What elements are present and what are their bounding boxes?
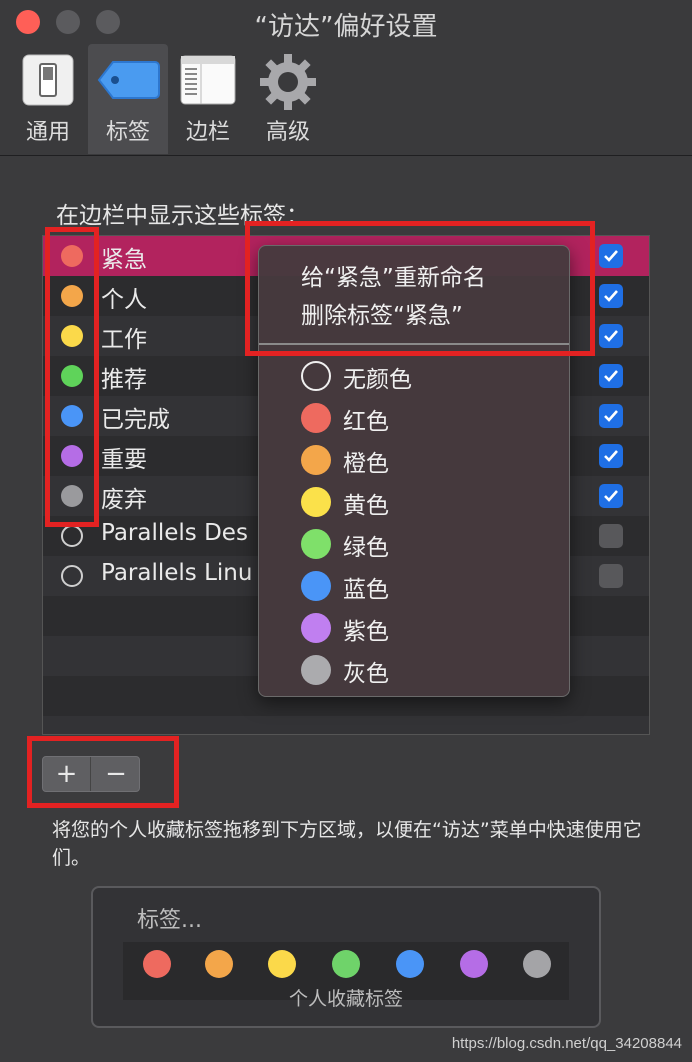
favorite-tags-area[interactable]: 标签... 个人收藏标签 [91, 886, 601, 1028]
tag-name: 个人 [101, 287, 147, 313]
show-in-sidebar-checkbox[interactable] [599, 404, 623, 428]
color-menu-item-none[interactable]: 无颜色 [301, 358, 551, 394]
tab-label: 边栏 [185, 120, 230, 145]
tags-menu-label: 标签... [137, 908, 202, 933]
red-circle-icon [301, 403, 331, 433]
tag-icon [95, 52, 161, 112]
tab-advanced[interactable]: 高级 [248, 44, 328, 154]
gear-icon [258, 52, 318, 116]
annotation-box-menu [245, 221, 595, 356]
color-menu-item-purple[interactable]: 紫色 [301, 610, 551, 646]
color-menu-item-red[interactable]: 红色 [301, 400, 551, 436]
show-in-sidebar-checkbox[interactable] [599, 564, 623, 588]
color-label: 绿色 [343, 535, 389, 561]
tag-name: 紧急 [101, 247, 147, 273]
green-circle-icon [301, 529, 331, 559]
color-label: 橙色 [343, 451, 389, 477]
window-toolbar: “访达”偏好设置 通用 标签 边栏 高级 [0, 0, 692, 156]
color-menu-item-yellow[interactable]: 黄色 [301, 484, 551, 520]
favorite-red-tag-icon[interactable] [143, 950, 171, 978]
show-in-sidebar-checkbox[interactable] [599, 524, 623, 548]
tag-color-dot [61, 565, 83, 587]
tag-name: 工作 [101, 327, 147, 353]
annotation-box-colors [45, 227, 99, 527]
color-menu-item-orange[interactable]: 橙色 [301, 442, 551, 478]
show-in-sidebar-checkbox[interactable] [599, 284, 623, 308]
show-in-sidebar-checkbox[interactable] [599, 324, 623, 348]
empty-row [43, 716, 649, 734]
color-label: 无颜色 [343, 367, 412, 393]
favorite-blue-tag-icon[interactable] [396, 950, 424, 978]
favorite-green-tag-icon[interactable] [332, 950, 360, 978]
color-label: 蓝色 [343, 577, 389, 603]
tab-general[interactable]: 通用 [8, 44, 88, 154]
color-label: 紫色 [343, 619, 389, 645]
purple-circle-icon [301, 613, 331, 643]
color-menu-item-blue[interactable]: 蓝色 [301, 568, 551, 604]
tag-name: 废弃 [101, 487, 147, 513]
tag-name: 重要 [101, 447, 147, 473]
tag-name: 已完成 [101, 407, 170, 433]
favorite-purple-tag-icon[interactable] [460, 950, 488, 978]
favorite-yellow-tag-icon[interactable] [268, 950, 296, 978]
tag-name: 推荐 [101, 367, 147, 393]
show-in-sidebar-checkbox[interactable] [599, 484, 623, 508]
yellow-circle-icon [301, 487, 331, 517]
switch-icon [20, 52, 76, 112]
no-color-circle-icon [301, 361, 331, 391]
favorite-gray-tag-icon[interactable] [523, 950, 551, 978]
remove-tag-button[interactable]: − [92, 757, 140, 791]
show-in-sidebar-checkbox[interactable] [599, 244, 623, 268]
blue-circle-icon [301, 571, 331, 601]
tab-label: 通用 [25, 120, 70, 145]
tab-label: 标签 [105, 120, 150, 145]
favorite-tags-caption: 个人收藏标签 [288, 988, 403, 1010]
window-title: “访达”偏好设置 [254, 12, 438, 42]
tab-label: 高级 [265, 120, 310, 145]
orange-circle-icon [301, 445, 331, 475]
help-text: 将您的个人收藏标签拖移到下方区域，以便在“访达”菜单中快速使用它们。 [52, 819, 642, 869]
add-tag-button[interactable]: + [43, 757, 91, 791]
watermark: https://blog.csdn.net/qq_34208844 [451, 1035, 682, 1052]
color-label: 灰色 [343, 661, 389, 687]
tag-name: Parallels Linu [101, 560, 253, 586]
show-in-sidebar-checkbox[interactable] [599, 364, 623, 388]
tab-sidebar[interactable]: 边栏 [168, 44, 248, 154]
color-menu-item-green[interactable]: 绿色 [301, 526, 551, 562]
add-remove-control: + − [42, 756, 140, 792]
tag-name: Parallels Des [101, 520, 248, 546]
color-label: 黄色 [343, 493, 389, 519]
gray-circle-icon [301, 655, 331, 685]
color-menu-item-gray[interactable]: 灰色 [301, 652, 551, 688]
sidebar-icon [179, 52, 237, 112]
tag-color-dot [61, 525, 83, 547]
show-in-sidebar-checkbox[interactable] [599, 444, 623, 468]
tab-tags[interactable]: 标签 [88, 44, 168, 154]
color-label: 红色 [343, 409, 389, 435]
favorite-orange-tag-icon[interactable] [205, 950, 233, 978]
